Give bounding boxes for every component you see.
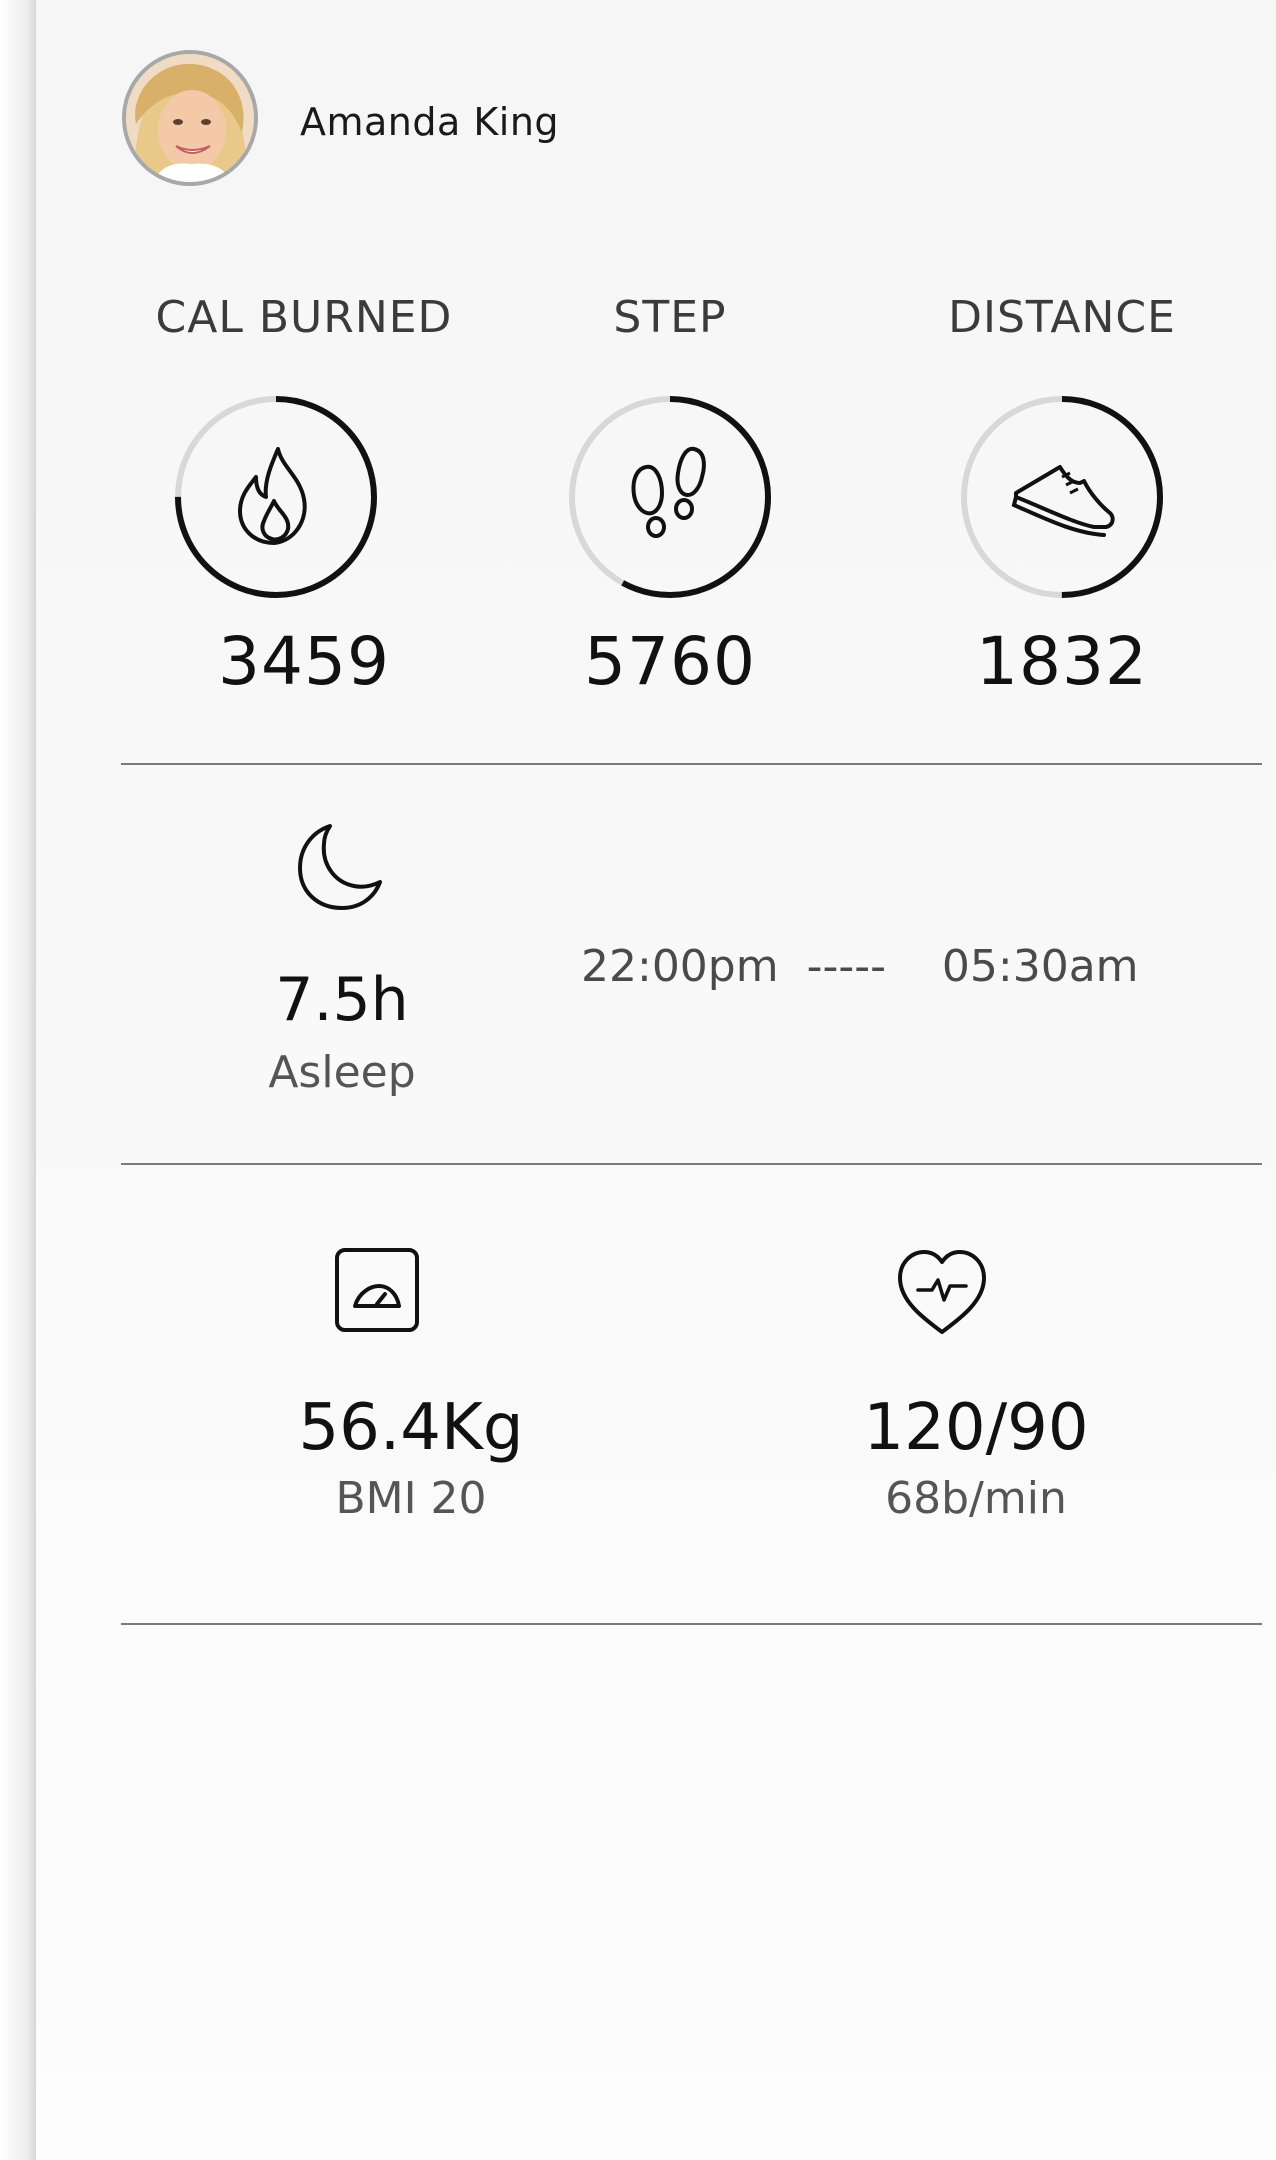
step-label: STEP: [613, 292, 727, 343]
sleep-status-label: Asleep: [268, 1047, 416, 1098]
step-value: 5760: [584, 623, 756, 700]
health-dashboard-card: Amanda King CAL BURNED 3459 STEP 5760 DI…: [36, 0, 1276, 2160]
bmi-value: BMI 20: [335, 1473, 487, 1524]
avatar-photo: [126, 54, 254, 182]
distance-label: DISTANCE: [948, 292, 1176, 343]
blood-pressure-value: 120/90: [863, 1391, 1089, 1465]
moon-icon: [298, 824, 382, 910]
divider: [121, 1623, 1262, 1625]
sleep-time-range: 22:00pm ----- 05:30am: [581, 938, 1139, 996]
cal-burned-ring[interactable]: [173, 394, 379, 600]
divider: [121, 1163, 1262, 1165]
cal-burned-value: 3459: [218, 623, 390, 700]
screen-edge-shadow: [0, 0, 36, 2160]
weight-value: 56.4Kg: [298, 1391, 524, 1465]
heart-rate-value: 68b/min: [885, 1473, 1067, 1524]
flame-icon: [238, 447, 307, 545]
distance-value: 1832: [976, 623, 1148, 700]
sleep-range-separator: -----: [806, 941, 886, 992]
scale-icon: [335, 1248, 419, 1332]
divider: [121, 763, 1262, 765]
sleep-hours: 7.5h: [275, 965, 409, 1035]
sleep-end-time: 05:30am: [941, 941, 1139, 992]
cal-burned-label: CAL BURNED: [155, 292, 453, 343]
heart-pulse-icon: [898, 1250, 986, 1334]
user-name[interactable]: Amanda King: [300, 96, 559, 148]
sleep-start-time: 22:00pm: [581, 941, 779, 992]
step-ring[interactable]: [567, 394, 773, 600]
footprints-icon: [631, 446, 706, 538]
avatar[interactable]: [122, 50, 258, 186]
distance-ring[interactable]: [959, 394, 1165, 600]
sneaker-icon: [1011, 465, 1115, 537]
